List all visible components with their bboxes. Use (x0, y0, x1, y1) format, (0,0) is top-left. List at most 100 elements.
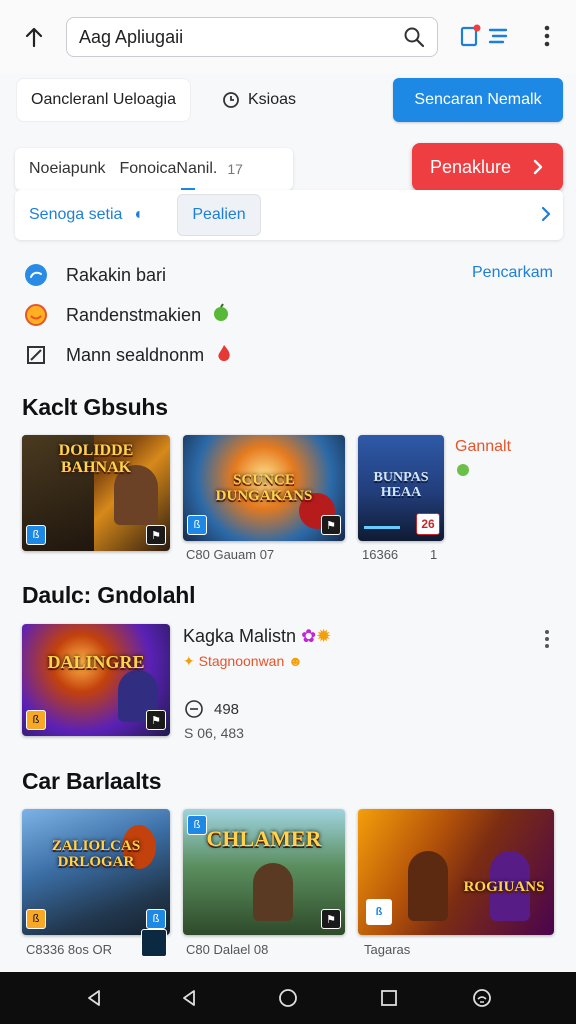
game-thumb-5-caption: C80 Dalael 08 (186, 942, 269, 957)
featured-app-rating: 498 (184, 699, 239, 719)
game-thumb-4-title: ZALIOLCAS DRLOGAR (51, 838, 141, 870)
filter-row: Oancleranl Ueloagia Ksioas Sencaran Nema… (0, 74, 576, 130)
app-badge-icon: ß (26, 525, 46, 545)
thumb-heroine-left (408, 851, 448, 921)
clock-icon (222, 91, 240, 109)
section-1-title: Kaclt Gbsuhs (22, 394, 168, 420)
more-vertical-icon[interactable] (533, 22, 561, 50)
app-badge-icon: ß (26, 710, 46, 730)
sub-nav-bar: Senoga setia ◖ Pealien (15, 190, 563, 240)
featured-app-subtitle-label: Stagnoonwan (198, 653, 285, 669)
green-leaf-icon (455, 462, 471, 483)
sub-nav-link[interactable]: Senoga setia ◖ (29, 206, 143, 224)
featured-app-subtitle: ✦ Stagnoonwan ☻ (183, 653, 303, 670)
info-icon: ◖ (132, 206, 143, 223)
primary-red-button-label: Penaklure (430, 156, 512, 177)
more-vertical-icon[interactable] (537, 628, 557, 655)
filter-chip-sort-label: Ksioas (248, 91, 297, 108)
filter-chip-category-label: Oancleranl Ueloagia (31, 91, 176, 108)
game-thumb-5-title: CHLAMER (206, 825, 322, 851)
section-2-title: Daulc: Gndolahl (22, 582, 196, 608)
edit-square-icon (24, 343, 48, 367)
section-1-side-label: Gannalt (455, 438, 512, 455)
game-thumb-3-caption: 16366 (362, 547, 399, 562)
category-item-2[interactable]: Randenstmakien (24, 300, 231, 330)
category-see-all-link[interactable]: Pencarkam (472, 264, 553, 282)
chevron-right-icon[interactable] (539, 204, 553, 229)
tab-second[interactable]: FonoicaNanil. (120, 160, 218, 178)
section-3-title: Car Barlaalts (22, 768, 162, 794)
app-badge-icon: ß (187, 815, 207, 835)
rating-badge-icon: ⚑ (146, 710, 166, 730)
recents-square-icon[interactable] (375, 984, 403, 1012)
game-thumb-3[interactable]: BUNPAS HEAA 26 (358, 435, 444, 541)
star-spark-icon: ✦ (183, 653, 195, 669)
featured-game-thumb-title: DALINGRE (47, 652, 145, 673)
game-thumb-2[interactable]: SCUNCE DUNGAKANS ß ⚑ (183, 435, 345, 541)
back-triangle-icon[interactable] (80, 984, 108, 1012)
system-nav-bar (0, 972, 576, 1024)
back-triangle-icon[interactable] (175, 984, 203, 1012)
game-thumb-3-caption-b: 1 (430, 547, 438, 562)
smiley-icon (24, 303, 48, 327)
sub-nav-pill[interactable]: Pealien (177, 194, 261, 236)
featured-app-name-label: Kagka Malistn (183, 626, 297, 646)
search-field[interactable] (66, 17, 438, 57)
rating-badge-icon: ⚑ (321, 909, 341, 929)
category-item-1[interactable]: Rakakin bari (24, 260, 166, 290)
tab-first[interactable]: Noeiapunk (29, 160, 106, 178)
assistant-icon[interactable] (468, 984, 496, 1012)
app-badge-icon: ß (366, 899, 392, 925)
game-thumb-4[interactable]: ZALIOLCAS DRLOGAR ß ß (22, 809, 170, 935)
app-badge-icon: ß (26, 909, 46, 929)
featured-game-thumb[interactable]: DALINGRE ß ⚑ (22, 624, 170, 736)
category-item-3[interactable]: Mann sealdnonm (24, 340, 234, 370)
sub-nav-pill-label: Pealien (192, 206, 246, 223)
sun-icon: ✹ (316, 626, 332, 646)
app-page: Oancleranl Ueloagia Ksioas Sencaran Nema… (0, 0, 576, 1024)
game-thumb-4-caption: C8336 8os OR (26, 942, 112, 957)
rating-badge-icon: ß (146, 909, 166, 929)
back-arrow-icon[interactable] (14, 17, 54, 57)
game-thumb-2-caption: C80 Gauam 07 (186, 547, 275, 562)
thumb-stripe (364, 526, 400, 529)
primary-red-button[interactable]: Penaklure (412, 143, 563, 191)
notification-icon[interactable] (456, 22, 484, 50)
search-icon[interactable] (403, 26, 425, 48)
small-app-icon (141, 929, 167, 957)
game-thumb-3-title: BUNPAS HEAA (373, 470, 429, 500)
game-thumb-1[interactable]: DOLIDDE BAHNAK ß ⚑ (22, 435, 170, 551)
green-apple-icon (211, 302, 231, 328)
game-thumb-2-title: SCUNCE DUNGAKANS (215, 472, 313, 504)
category-item-1-label: Rakakin bari (66, 264, 167, 285)
emoji-face-icon: ☻ (288, 653, 303, 669)
app-badge-icon: ß (187, 515, 207, 535)
search-input[interactable] (79, 26, 403, 48)
rating-badge-icon: ⚑ (321, 515, 341, 535)
sub-nav-link-label: Senoga setia (29, 206, 123, 223)
featured-app-downloads: S 06, 483 (184, 725, 244, 741)
rating-badge-icon: ⚑ (146, 525, 166, 545)
featured-app-name[interactable]: Kagka Malistn ✿✹ (183, 626, 331, 647)
game-thumb-6-caption: Tagaras (364, 942, 411, 957)
search-action-button[interactable]: Sencaran Nemalk (393, 78, 563, 122)
rating-circle-icon (184, 699, 204, 719)
thumb-warrior (253, 863, 293, 921)
age-rating-badge: 26 (416, 513, 440, 535)
filter-lines-icon[interactable] (484, 22, 512, 50)
featured-app-rating-value: 498 (214, 700, 240, 718)
chat-bubble-icon (24, 263, 48, 287)
red-flame-icon (214, 343, 234, 368)
flower-icon: ✿ (301, 626, 317, 646)
game-thumb-6[interactable]: ROGIUANS ß (358, 809, 554, 935)
filter-chip-sort[interactable]: Ksioas (208, 78, 310, 122)
tab-bar: Noeiapunk FonoicaNanil. 17 (15, 148, 293, 191)
home-circle-icon[interactable] (274, 984, 302, 1012)
filter-chip-category[interactable]: Oancleranl Ueloagia (16, 78, 191, 122)
game-thumb-5[interactable]: CHLAMER ß ⚑ (183, 809, 345, 935)
category-item-3-label: Mann sealdnonm (66, 344, 205, 365)
game-thumb-6-title: ROGIUANS (463, 878, 545, 895)
game-thumb-1-title: DOLIDDE BAHNAK (58, 442, 134, 476)
chevron-right-icon (531, 158, 545, 176)
search-action-label: Sencaran Nemalk (414, 91, 542, 108)
